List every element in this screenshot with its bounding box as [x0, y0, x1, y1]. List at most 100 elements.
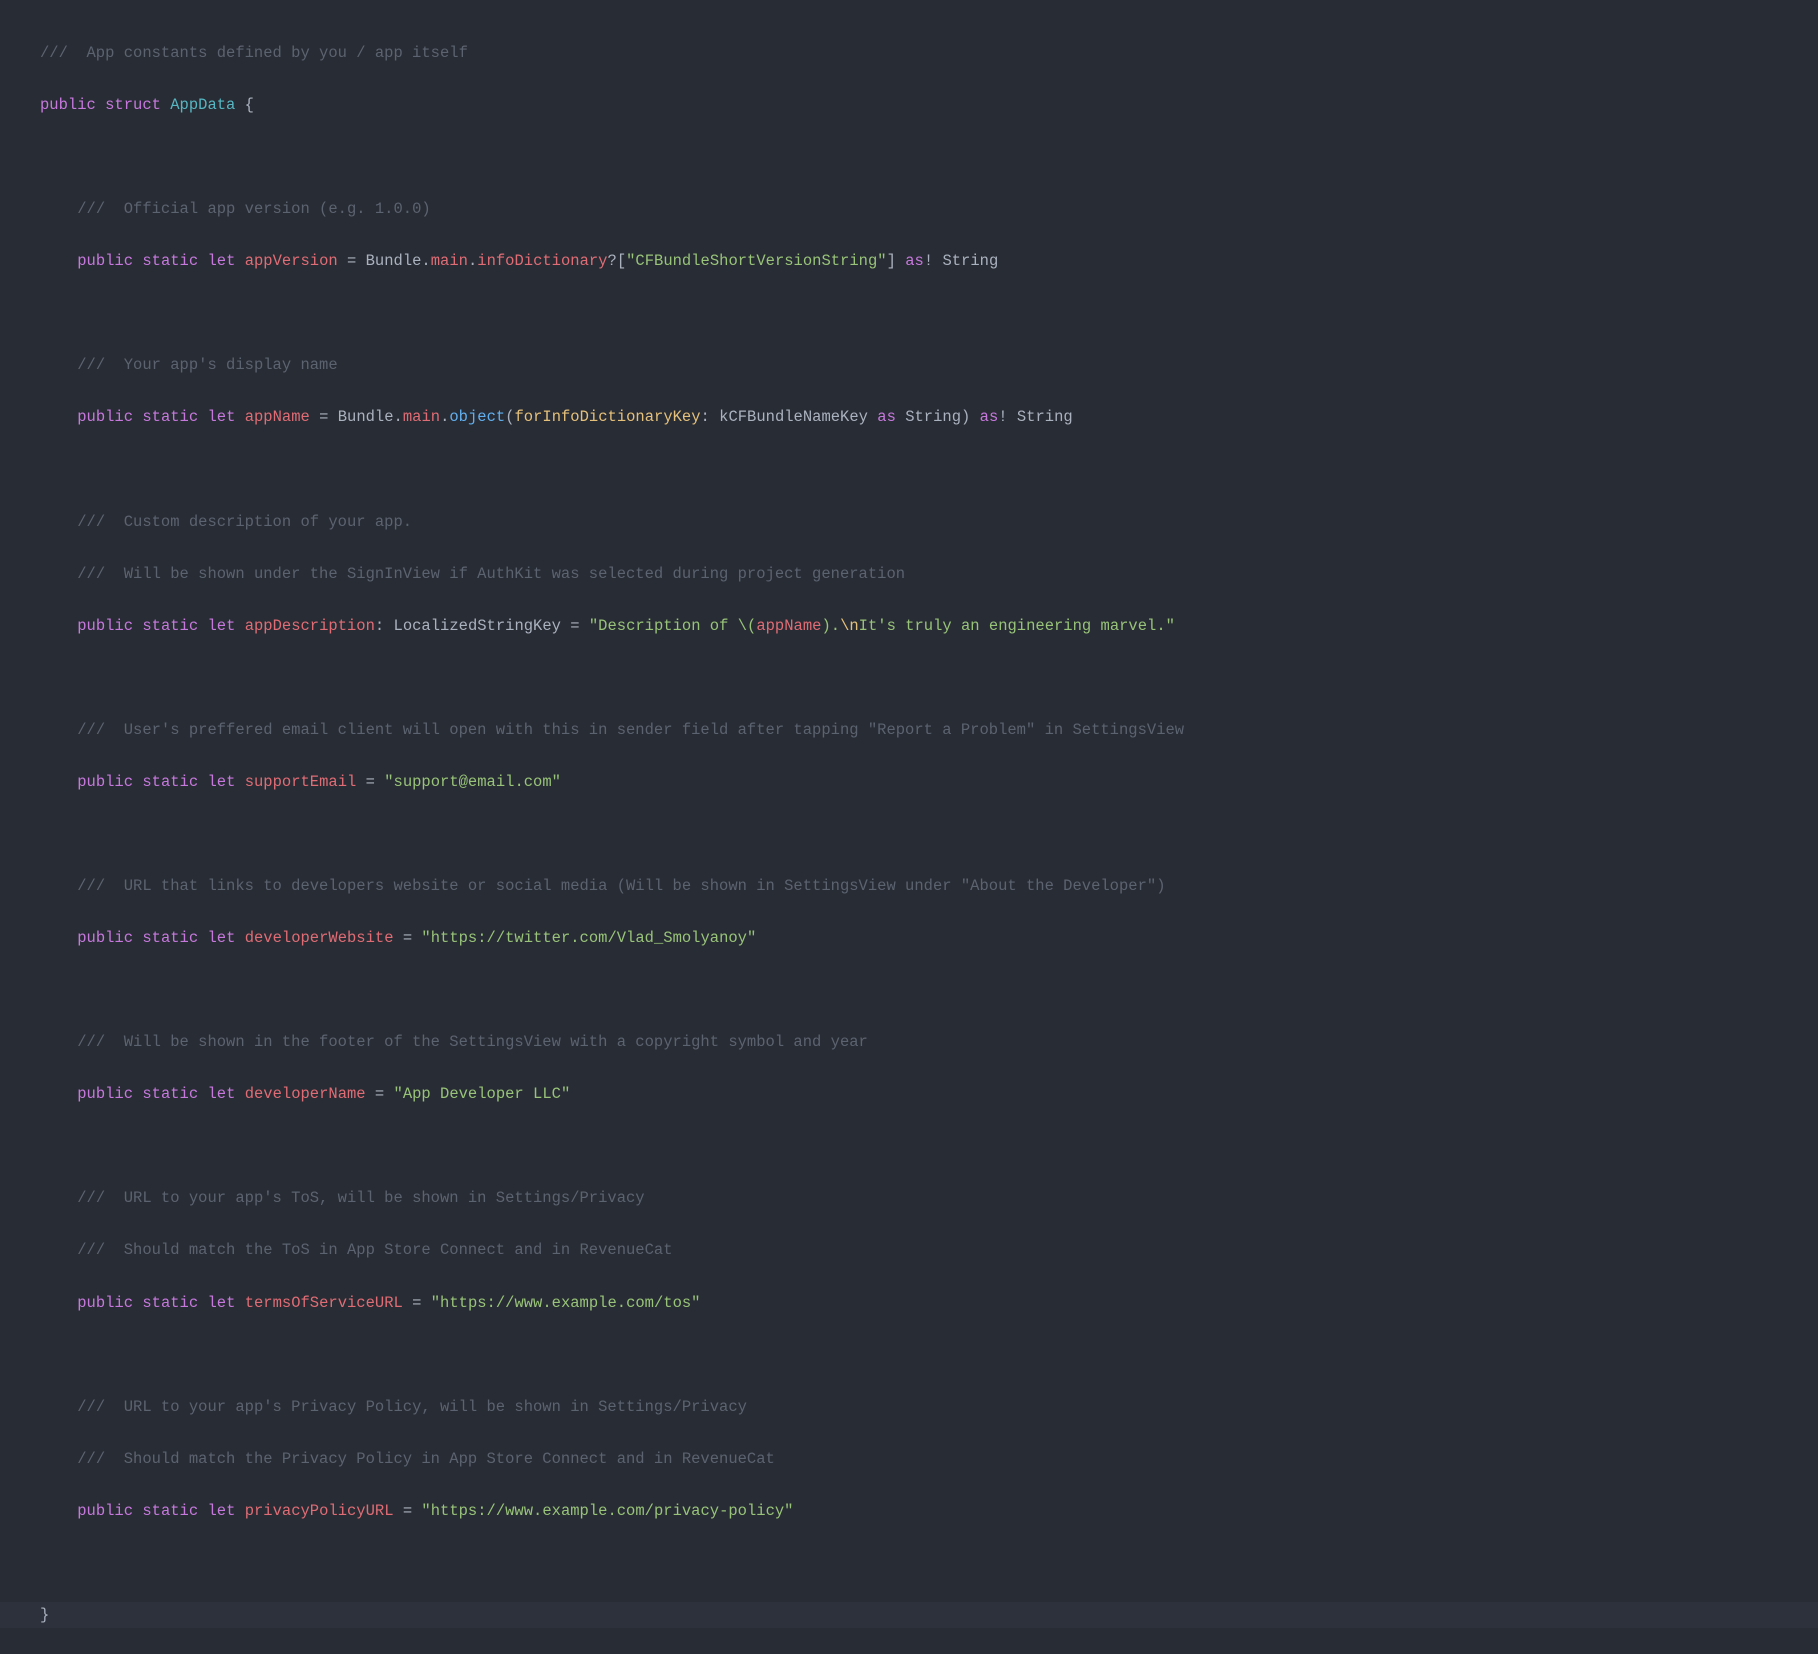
colon: :	[375, 617, 394, 635]
op: ?	[608, 252, 617, 270]
keyword: public	[77, 408, 133, 426]
code-line: public static let supportEmail = "suppor…	[0, 769, 1818, 795]
keyword: public	[77, 252, 133, 270]
code-editor: /// App constants defined by you / app i…	[0, 0, 1818, 1654]
code-line	[0, 1550, 1818, 1576]
string: It's truly an engineering marvel."	[859, 617, 1175, 635]
code-line: public static let appDescription: Locali…	[0, 613, 1818, 639]
keyword: as	[877, 408, 896, 426]
keyword: public	[77, 773, 133, 791]
comment: /// Should match the Privacy Policy in A…	[77, 1450, 775, 1468]
type-name: AppData	[170, 96, 235, 114]
code-line	[0, 977, 1818, 1003]
code-line	[0, 457, 1818, 483]
comment: /// URL to your app's ToS, will be shown…	[77, 1189, 644, 1207]
keyword: let	[207, 1085, 235, 1103]
op: =	[366, 1085, 394, 1103]
keyword: static	[142, 1294, 198, 1312]
comment: /// Official app version (e.g. 1.0.0)	[77, 200, 430, 218]
keyword: static	[142, 1502, 198, 1520]
keyword: let	[207, 617, 235, 635]
comment: /// Custom description of your app.	[77, 513, 412, 531]
keyword: static	[142, 617, 198, 635]
string: .	[831, 617, 840, 635]
code-line: /// Custom description of your app.	[0, 509, 1818, 535]
op: !	[924, 252, 933, 270]
comment: /// Your app's display name	[77, 356, 337, 374]
keyword: static	[142, 929, 198, 947]
keyword: static	[142, 252, 198, 270]
op: =	[394, 929, 422, 947]
colon: :	[701, 408, 720, 426]
dot: .	[421, 252, 430, 270]
type-ref: String	[905, 408, 961, 426]
code-line-highlighted: }	[0, 1602, 1818, 1628]
method: object	[449, 408, 505, 426]
interp-close: )	[821, 617, 830, 635]
string: "https://www.example.com/tos"	[431, 1294, 701, 1312]
code-line: /// URL that links to developers website…	[0, 873, 1818, 899]
keyword: public	[77, 929, 133, 947]
code-line	[0, 1342, 1818, 1368]
code-line	[0, 821, 1818, 847]
keyword: as	[905, 252, 924, 270]
member: main	[403, 408, 440, 426]
comment: /// Will be shown under the SignInView i…	[77, 565, 905, 583]
dot: .	[440, 408, 449, 426]
string: "https://twitter.com/Vlad_Smolyanoy"	[421, 929, 756, 947]
comment: /// Should match the ToS in App Store Co…	[77, 1241, 672, 1259]
keyword: public	[40, 96, 96, 114]
keyword: public	[77, 1294, 133, 1312]
code-line: /// Should match the Privacy Policy in A…	[0, 1446, 1818, 1472]
identifier: termsOfServiceURL	[245, 1294, 403, 1312]
identifier: developerWebsite	[245, 929, 394, 947]
dot: .	[394, 408, 403, 426]
identifier: privacyPolicyURL	[245, 1502, 394, 1520]
identifier: appDescription	[245, 617, 375, 635]
keyword: public	[77, 1502, 133, 1520]
escape: \n	[840, 617, 859, 635]
keyword: struct	[105, 96, 161, 114]
bracket: [	[617, 252, 626, 270]
code-line	[0, 665, 1818, 691]
code-line: public static let termsOfServiceURL = "h…	[0, 1290, 1818, 1316]
code-line: /// App constants defined by you / app i…	[0, 40, 1818, 66]
code-line: public static let appVersion = Bundle.ma…	[0, 248, 1818, 274]
op: =	[310, 408, 338, 426]
code-line: /// URL to your app's Privacy Policy, wi…	[0, 1394, 1818, 1420]
code-line: /// Should match the ToS in App Store Co…	[0, 1237, 1818, 1263]
code-line: /// Official app version (e.g. 1.0.0)	[0, 196, 1818, 222]
brace: }	[40, 1606, 49, 1624]
code-line	[0, 1133, 1818, 1159]
comment: /// App constants defined by you / app i…	[40, 44, 468, 62]
string: "https://www.example.com/privacy-policy"	[421, 1502, 793, 1520]
keyword: static	[142, 408, 198, 426]
op: =	[338, 252, 366, 270]
paren: (	[505, 408, 514, 426]
op: =	[356, 773, 384, 791]
code-line: /// Your app's display name	[0, 352, 1818, 378]
code-line: public static let privacyPolicyURL = "ht…	[0, 1498, 1818, 1524]
comment: /// User's preffered email client will o…	[77, 721, 1184, 739]
op: =	[561, 617, 589, 635]
string: "Description of	[589, 617, 738, 635]
keyword: let	[207, 252, 235, 270]
brace: {	[235, 96, 254, 114]
type-ref: String	[1017, 408, 1073, 426]
keyword: let	[207, 1502, 235, 1520]
type-ref: String	[942, 252, 998, 270]
identifier: appName	[756, 617, 821, 635]
op: !	[998, 408, 1007, 426]
comment: /// URL to your app's Privacy Policy, wi…	[77, 1398, 747, 1416]
code-line: public static let appName = Bundle.main.…	[0, 404, 1818, 430]
keyword: public	[77, 617, 133, 635]
identifier: developerName	[245, 1085, 366, 1103]
comment: /// Will be shown in the footer of the S…	[77, 1033, 868, 1051]
code-line: public struct AppData {	[0, 92, 1818, 118]
member: main	[431, 252, 468, 270]
keyword: let	[207, 408, 235, 426]
constant: kCFBundleNameKey	[719, 408, 868, 426]
identifier: appVersion	[245, 252, 338, 270]
bracket: ]	[887, 252, 896, 270]
param-label: forInfoDictionaryKey	[515, 408, 701, 426]
